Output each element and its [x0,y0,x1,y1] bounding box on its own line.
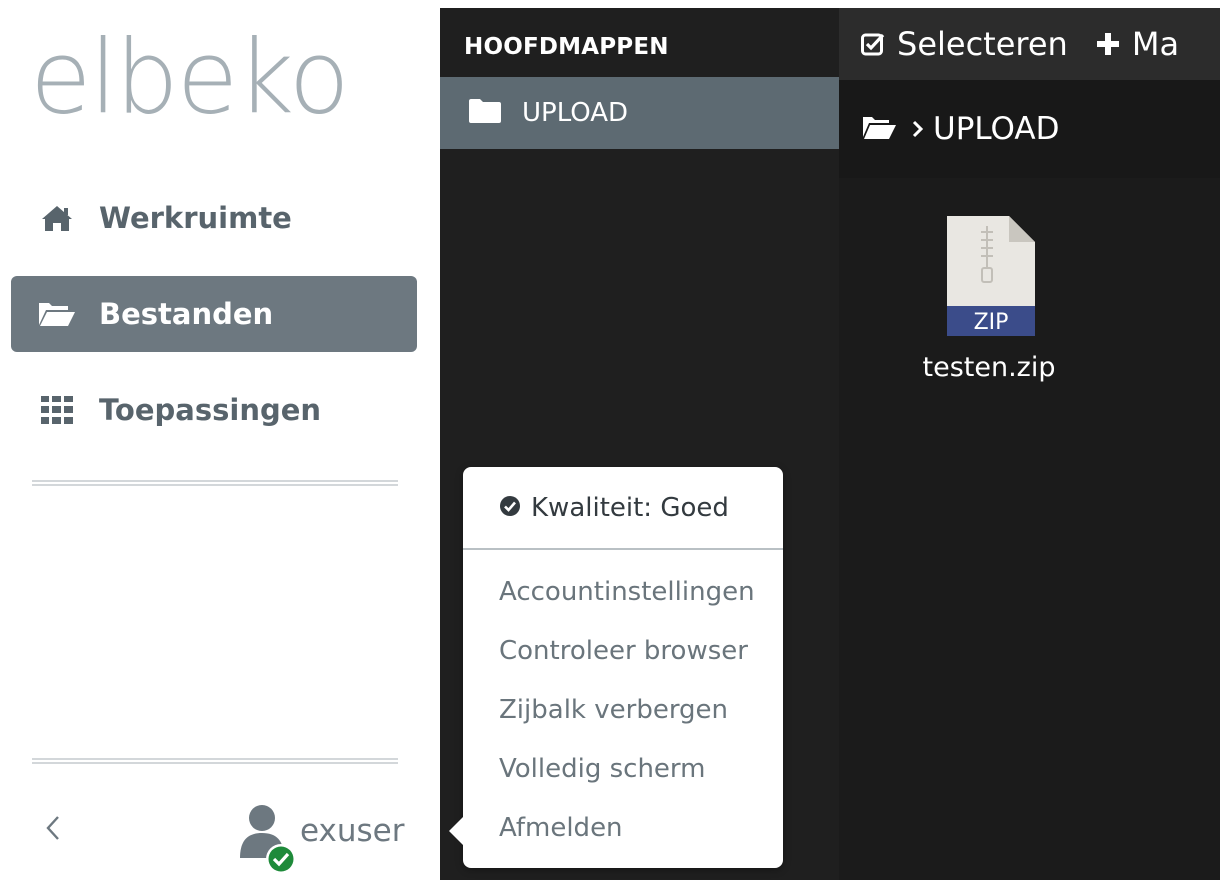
folders-header: HOOFDMAPPEN [464,34,669,60]
plus-icon [1096,32,1120,56]
menu-item-fullscreen[interactable]: Volledig scherm [499,754,706,784]
grid-icon [37,395,77,425]
avatar [238,802,300,874]
file-item[interactable]: ZIP testen.zip [905,214,1073,414]
sidebar-item-bestanden[interactable]: Bestanden [11,276,417,352]
select-button[interactable]: Selecteren [861,19,1068,69]
breadcrumb: UPLOAD [839,80,1220,178]
home-icon [37,203,77,233]
file-browser: Selecteren Ma UPLOAD ZIP testen.zip [839,8,1220,880]
sidebar-item-werkruimte[interactable]: Werkruimte [11,180,417,256]
username: exuser [300,813,405,849]
select-label: Selecteren [897,25,1068,63]
elbeko-logo: elbeko [30,17,350,138]
folder-item-label: UPLOAD [522,98,629,128]
menu-divider [463,548,783,550]
breadcrumb-current[interactable]: UPLOAD [933,111,1059,147]
folder-open-icon[interactable] [861,113,897,145]
file-name: testen.zip [922,352,1056,383]
zip-file-icon: ZIP [947,216,1035,336]
menu-item-logout[interactable]: Afmelden [499,813,623,843]
file-type-label: ZIP [974,310,1009,335]
check-circle-icon [499,495,521,521]
app-window: elbeko Werkruimte Bestanden Toepassingen… [0,0,1220,880]
new-label: Ma [1131,25,1180,63]
sidebar-item-label: Toepassingen [99,393,322,427]
popover-caret [449,817,463,845]
folder-icon [468,98,502,128]
folder-open-icon [37,299,77,329]
menu-item-hide-sidebar[interactable]: Zijbalk verbergen [499,695,728,725]
user-dropdown-menu: Kwaliteit: Goed Accountinstellingen Cont… [449,467,783,868]
sidebar-divider [32,480,398,486]
menu-item-account-settings[interactable]: Accountinstellingen [499,577,755,607]
sidebar-item-toepassingen[interactable]: Toepassingen [11,372,417,448]
chevron-left-icon [45,815,61,845]
folder-item-upload[interactable]: UPLOAD [440,77,839,149]
sidebar: elbeko Werkruimte Bestanden Toepassingen… [0,0,440,880]
toolbar: Selecteren Ma [839,8,1220,80]
menu-item-check-browser[interactable]: Controleer browser [499,636,748,666]
quality-label: Kwaliteit: Goed [531,493,729,523]
chevron-right-icon [911,120,923,138]
user-menu-toggle[interactable]: exuser [238,800,405,876]
checkbox-checked-icon [861,32,885,56]
sidebar-item-label: Werkruimte [99,201,292,235]
collapse-sidebar-button[interactable] [38,810,68,850]
new-button[interactable]: Ma [1096,19,1179,69]
sidebar-divider [32,758,398,764]
connection-quality: Kwaliteit: Goed [499,493,729,523]
sidebar-item-label: Bestanden [99,297,274,331]
